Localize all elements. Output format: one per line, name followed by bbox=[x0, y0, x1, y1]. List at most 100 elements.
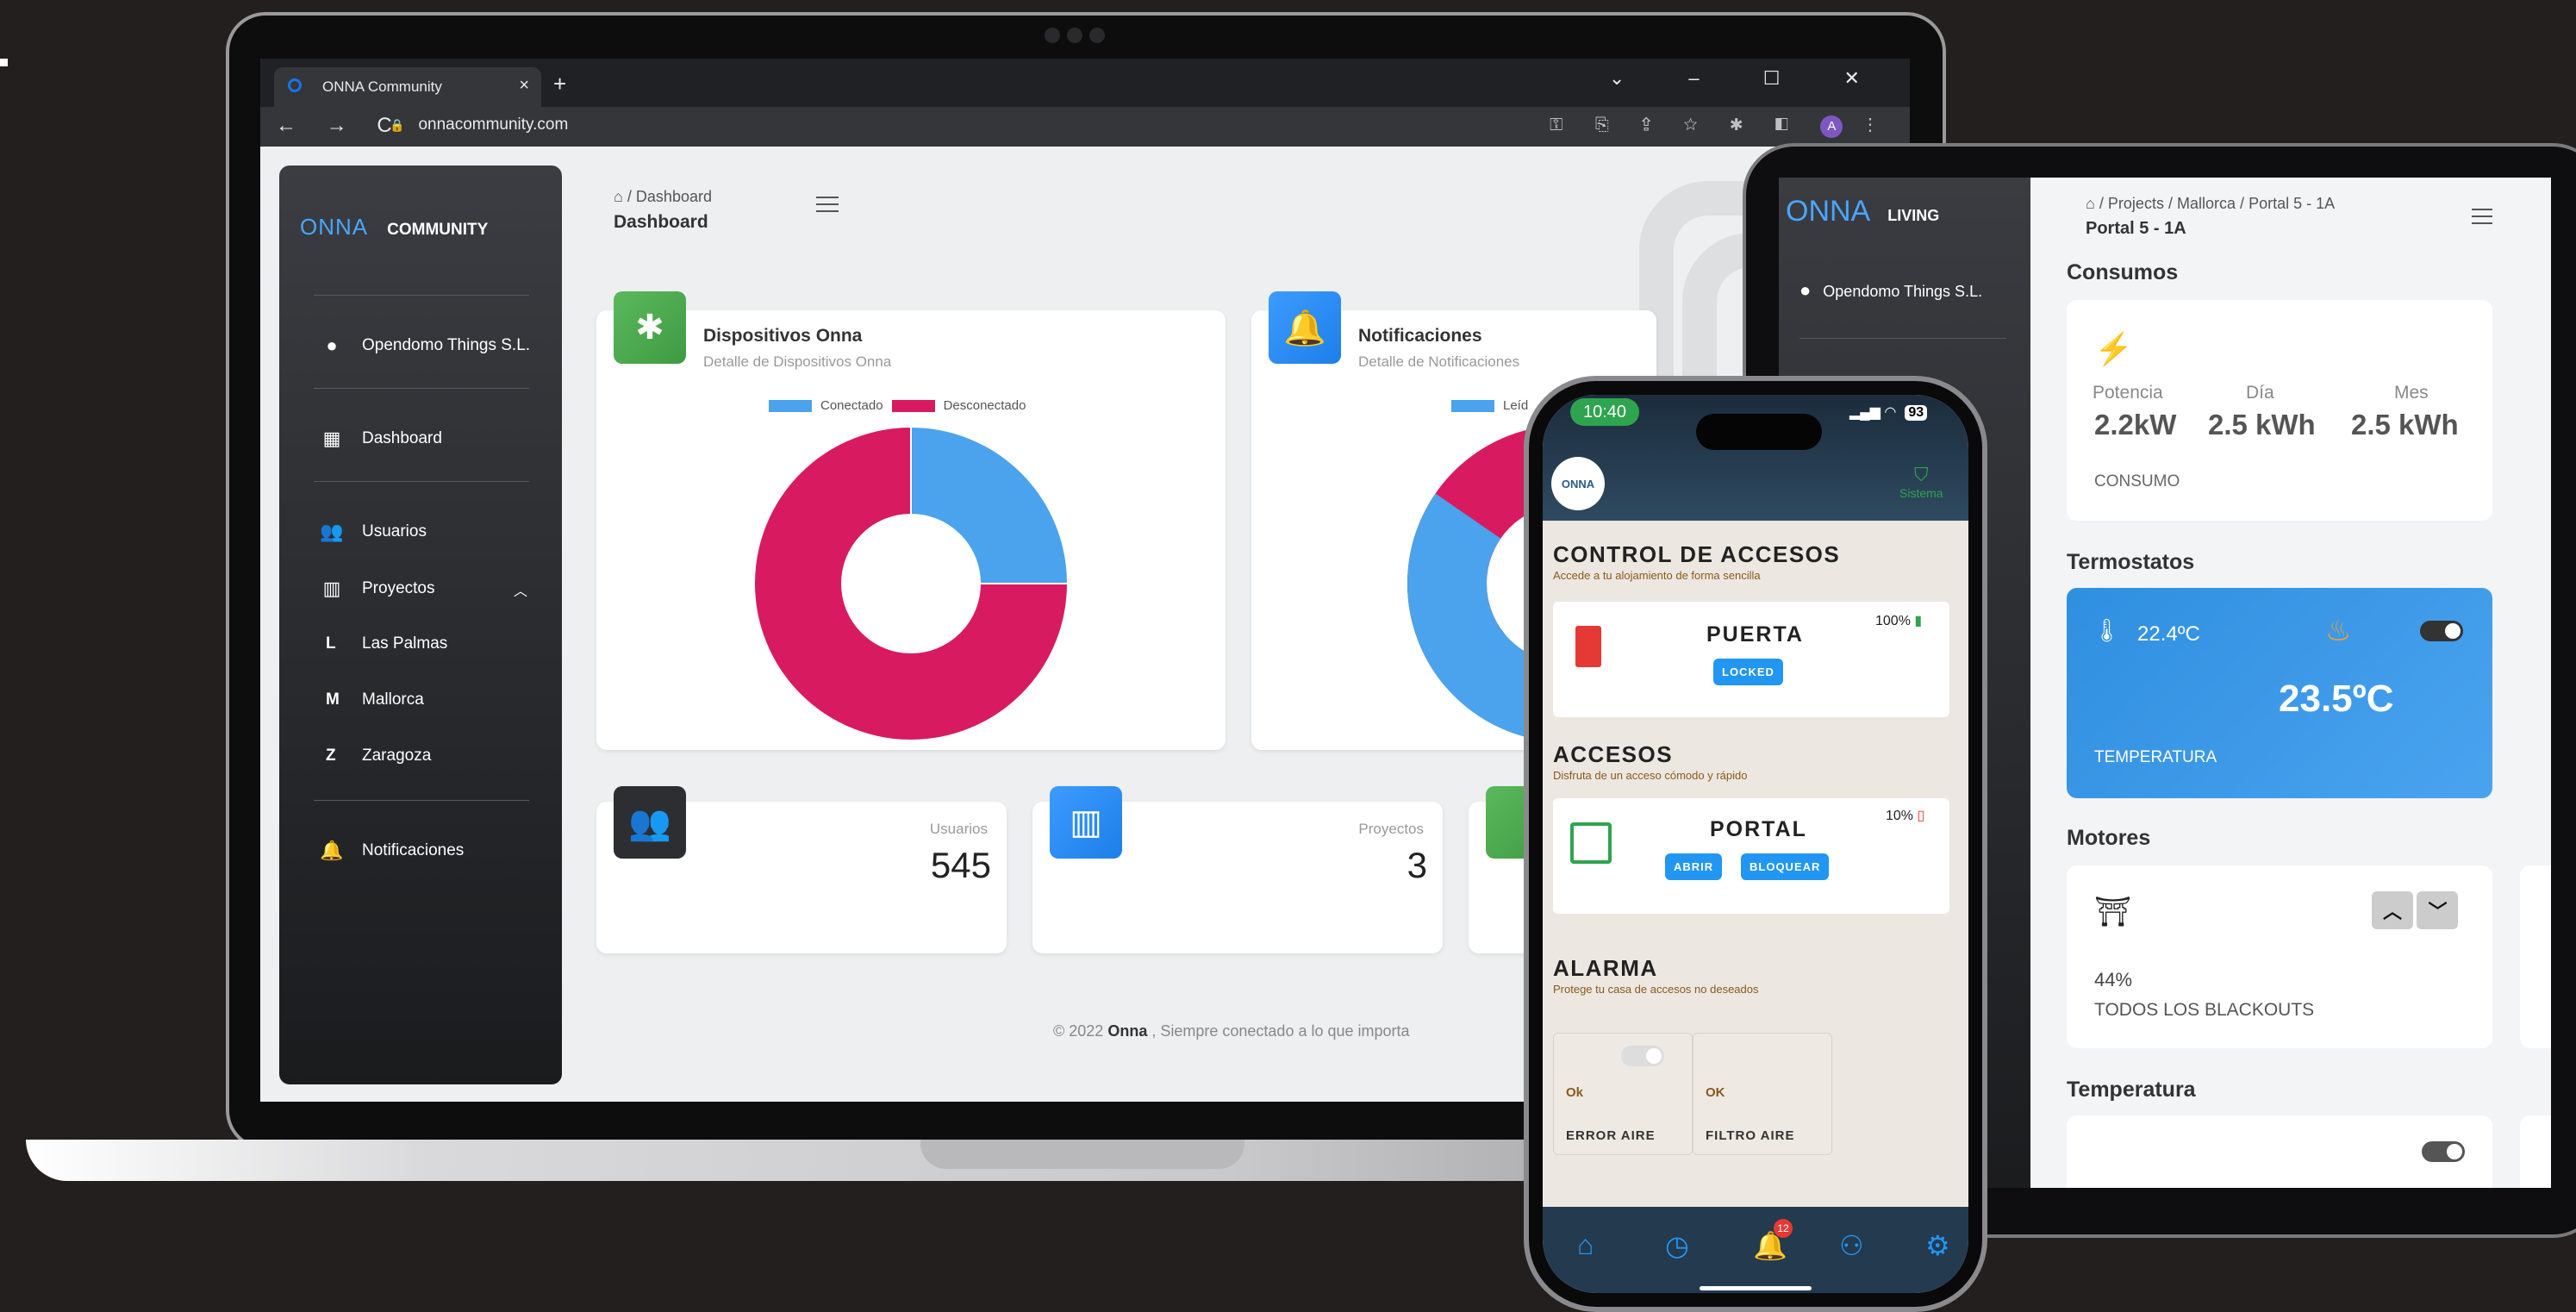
sidebar-item-company[interactable]: ● Opendomo Things S.L. bbox=[1799, 279, 1982, 302]
open-button[interactable]: ABRIR bbox=[1665, 853, 1723, 880]
menu-icon[interactable]: ⋮ bbox=[1862, 116, 1893, 134]
logo[interactable]: ONNA COMMUNITY bbox=[300, 214, 488, 241]
breadcrumb-item[interactable]: Dashboard bbox=[636, 188, 712, 205]
door-icon bbox=[1575, 626, 1601, 667]
home-icon[interactable]: ⌂ bbox=[2086, 195, 2095, 212]
value-potencia: 2.2kW bbox=[2094, 409, 2177, 440]
alarm-tile-filtro-aire[interactable]: OK FILTRO AIRE bbox=[1693, 1033, 1832, 1155]
tab-title: ONNA Community bbox=[322, 78, 442, 95]
bottom-tab-bar: ⌂ ◷ 🔔 12 ⚇ ⚙ bbox=[1543, 1207, 1968, 1293]
new-tab-button[interactable]: + bbox=[553, 71, 566, 97]
chevron-up-icon[interactable]: ︿ bbox=[514, 579, 527, 600]
donut-slice-conectado[interactable] bbox=[910, 425, 1070, 584]
chart-legend: Conectado Desconectado bbox=[769, 398, 1026, 413]
label-mes: Mes bbox=[2394, 383, 2429, 403]
alarm-tile-error-aire[interactable]: Ok ERROR AIRE bbox=[1553, 1033, 1693, 1155]
motor-card-peek bbox=[2520, 865, 2551, 1048]
portal-card: PORTAL 10% ▯ ABRIR BLOQUEAR bbox=[1553, 798, 1949, 914]
logo-mark: ONNA bbox=[1786, 195, 1871, 228]
project-initial: Z bbox=[326, 747, 336, 765]
logo[interactable]: ONNA LIVING bbox=[1786, 195, 1939, 228]
breadcrumb[interactable]: ⌂ / Projects / Mallorca / Portal 5 - 1A bbox=[2086, 195, 2335, 213]
thermostat-toggle[interactable] bbox=[2420, 621, 2463, 641]
home-icon[interactable]: ⌂ bbox=[1577, 1229, 1594, 1261]
footer-copyright: © 2022 bbox=[1053, 1022, 1104, 1040]
sidebar-item-dashboard[interactable]: ▦ Dashboard bbox=[319, 428, 442, 450]
nav-buttons[interactable]: ← → C bbox=[276, 114, 404, 138]
temperature-toggle[interactable] bbox=[2422, 1141, 2465, 1162]
sidebar-item-las-palmas[interactable]: L Las Palmas bbox=[326, 634, 447, 653]
label-potencia: Potencia bbox=[2093, 383, 2163, 403]
url-field[interactable]: 🔒 onnacommunity.com bbox=[390, 116, 568, 134]
breadcrumb-item[interactable]: Mallorca bbox=[2177, 195, 2236, 212]
tile-label: FILTRO AIRE bbox=[1706, 1128, 1795, 1143]
legend-label: Conectado bbox=[820, 398, 883, 413]
user-circle-icon: ● bbox=[326, 334, 338, 356]
blind-icon: ⛩ bbox=[2094, 896, 2132, 928]
breadcrumb[interactable]: ⌂ / Dashboard bbox=[614, 188, 712, 206]
bell-icon: 🔔 bbox=[1269, 291, 1341, 364]
company-label: Opendomo Things S.L. bbox=[362, 336, 531, 354]
sidebar-item-usuarios[interactable]: 👥 Usuarios bbox=[319, 521, 427, 543]
breadcrumb-item: Portal 5 - 1A bbox=[2249, 195, 2336, 212]
signal-icon: ▂▄▆ bbox=[1849, 405, 1881, 420]
breadcrumb-item[interactable]: Projects bbox=[2108, 195, 2164, 212]
locked-status-button[interactable]: LOCKED bbox=[1713, 659, 1783, 685]
sidebar-item-proyectos[interactable]: ▥ Proyectos bbox=[319, 578, 435, 600]
community-icon[interactable]: ⚇ bbox=[1839, 1229, 1864, 1262]
footer-brand[interactable]: Onna bbox=[1107, 1022, 1147, 1040]
clock-icon[interactable]: ◷ bbox=[1665, 1229, 1689, 1262]
sidebar: ONNA COMMUNITY ● Opendomo Things S.L. ▦ Das… bbox=[279, 166, 562, 1084]
legend-label: Leíd bbox=[1503, 398, 1529, 413]
bell-icon: 🔔 bbox=[320, 840, 344, 861]
asterisk-icon: ✱ bbox=[614, 291, 686, 364]
footer: © 2022 Onna , Siempre conectado a lo que… bbox=[1053, 1022, 1410, 1040]
hamburger-menu-icon[interactable] bbox=[816, 197, 839, 217]
sidebar-item-company[interactable]: ● Opendomo Things S.L. bbox=[319, 334, 530, 357]
devices-donut-chart bbox=[753, 425, 1070, 741]
section-heading: Consumos bbox=[2067, 260, 2179, 284]
motor-down-button[interactable]: ﹀ bbox=[2417, 891, 2459, 929]
browser-tab[interactable]: ONNA Community × bbox=[274, 67, 541, 107]
legend-swatch bbox=[1451, 399, 1494, 412]
thermostat-card: 🌡 22.4ºC ♨ 23.5ºC TEMPERATURA bbox=[2067, 588, 2492, 798]
motor-label: TODOS LOS BLACKOUTS bbox=[2094, 1000, 2315, 1020]
battery-icon: ▮ bbox=[1914, 614, 1923, 628]
legend-swatch-disconnected bbox=[891, 399, 935, 412]
sidebar-item-zaragoza[interactable]: Z Zaragoza bbox=[326, 747, 431, 765]
section-heading: ACCESOS bbox=[1553, 741, 1674, 767]
section-heading: Termostatos bbox=[2067, 550, 2195, 574]
footer-tagline: , Siempre conectado a lo que importa bbox=[1151, 1022, 1410, 1040]
dynamic-island bbox=[1696, 414, 1822, 450]
stat-label: Usuarios bbox=[929, 821, 988, 837]
lock-button[interactable]: BLOQUEAR bbox=[1741, 853, 1830, 880]
section-subtitle: Protege tu casa de accesos no deseados bbox=[1553, 983, 1759, 996]
page-title: Portal 5 - 1A bbox=[2086, 219, 2186, 238]
toolbar-icons[interactable]: ⚿ ⎘ ⇪ ☆ ✱ ◧ bbox=[1550, 116, 1802, 134]
divider bbox=[314, 481, 529, 482]
system-status[interactable]: ⛉ Sistema bbox=[1899, 464, 1943, 500]
project-initial: L bbox=[326, 634, 336, 653]
current-temperature: 22.4ºC bbox=[2137, 622, 2200, 646]
logo-text: COMMUNITY bbox=[387, 221, 489, 239]
extension-icons[interactable]: ⚿ ⎘ ⇪ ☆ ✱ ◧ A ⋮ bbox=[1550, 114, 1893, 138]
sidebar-item-notificaciones[interactable]: 🔔 Notificaciones bbox=[319, 840, 464, 862]
wifi-icon: ◠ bbox=[1884, 405, 1897, 420]
window-controls[interactable]: ⌄ – ☐ ✕ bbox=[1609, 67, 1889, 90]
profile-avatar[interactable]: A bbox=[1820, 116, 1843, 138]
close-tab-icon[interactable]: × bbox=[519, 76, 529, 96]
divider bbox=[1799, 338, 2006, 339]
page-title: Dashboard bbox=[614, 212, 708, 232]
hamburger-menu-icon[interactable] bbox=[2472, 209, 2492, 229]
card-subtitle: Detalle de Notificaciones bbox=[1358, 353, 1520, 370]
card-title: Notificaciones bbox=[1358, 326, 1482, 346]
alarm-toggle[interactable] bbox=[1621, 1046, 1664, 1066]
home-icon[interactable]: ⌂ bbox=[614, 188, 623, 205]
motor-up-button[interactable]: ︿ bbox=[2372, 891, 2413, 929]
stat-label: Proyectos bbox=[1358, 821, 1424, 837]
sidebar-item-label: Usuarios bbox=[362, 522, 427, 540]
sidebar-item-mallorca[interactable]: M Mallorca bbox=[326, 690, 424, 709]
app-logo: ONNA bbox=[1551, 457, 1605, 510]
stat-value: 545 bbox=[930, 845, 991, 885]
settings-gear-icon[interactable]: ⚙ bbox=[1925, 1229, 1950, 1262]
